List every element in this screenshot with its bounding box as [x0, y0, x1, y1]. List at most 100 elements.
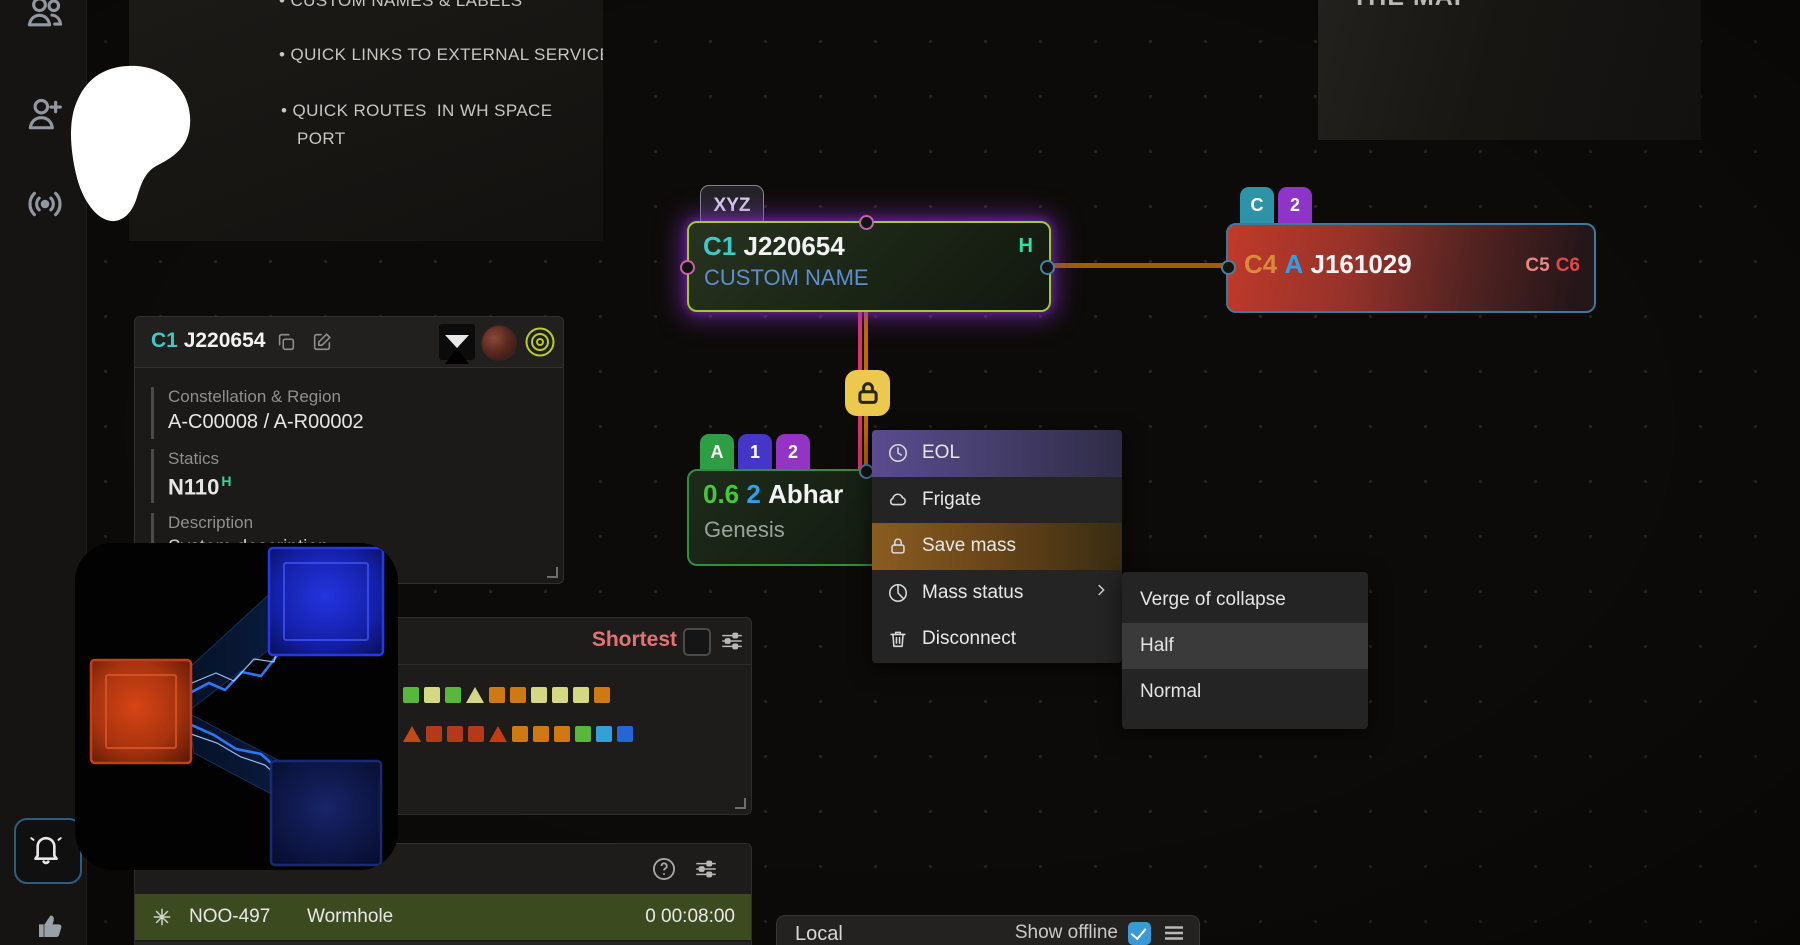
node-tag-xyz[interactable]: XYZ — [700, 185, 764, 224]
menu-icon[interactable] — [1161, 921, 1187, 945]
security: A — [1284, 249, 1303, 279]
resize-handle[interactable] — [547, 567, 558, 578]
signature-id: NOO-497 — [189, 906, 307, 928]
map-title-panel: THE MAP — [1318, 0, 1701, 140]
show-offline-checkbox[interactable] — [1128, 922, 1151, 945]
node-title: C4 A J161029 — [1244, 249, 1412, 280]
context-menu-item-eol[interactable]: EOL — [872, 430, 1122, 477]
endpoint-c4-left[interactable] — [1221, 260, 1236, 275]
wormhole-mapper-app: CUSTOM NAMES & LABELS QUICK LINKS TO EXTE… — [0, 0, 1800, 945]
submenu-item-normal[interactable]: Normal — [1122, 669, 1368, 715]
route-system-square[interactable] — [426, 726, 442, 742]
route-system-triangle[interactable] — [403, 726, 421, 742]
signature-row[interactable]: NOO-497Wormhole0 00:08:00 — [135, 894, 751, 940]
thumbs-up-icon[interactable] — [34, 906, 66, 945]
route-system-square[interactable] — [533, 726, 549, 742]
menu-item-label: Frigate — [922, 489, 1110, 511]
route-system-square[interactable] — [617, 726, 633, 742]
signature-rows: NOO-497Wormhole0 00:08:00 — [135, 894, 751, 940]
submenu-item-half[interactable]: Half — [1122, 623, 1368, 669]
person-add-icon[interactable] — [23, 92, 67, 136]
hint-line: CUSTOM NAMES & LABELS — [279, 0, 522, 11]
route-system-triangle[interactable] — [466, 687, 484, 703]
static-indicator: H — [1019, 235, 1033, 258]
users-icon[interactable] — [23, 0, 67, 34]
submenu-item-verge-of-collapse[interactable]: Verge of collapse — [1122, 577, 1368, 623]
bell-icon — [16, 865, 76, 882]
system-name: J220654 — [184, 329, 266, 352]
route-system-square[interactable] — [468, 726, 484, 742]
node-badge[interactable]: C — [1240, 187, 1274, 227]
lock-icon — [845, 403, 891, 420]
route-system-square[interactable] — [575, 726, 591, 742]
node-badge[interactable]: A — [700, 434, 734, 474]
route-system-square[interactable] — [554, 726, 570, 742]
system-node-c1-j220654[interactable]: C1 J220654 H CUSTOM NAME — [687, 221, 1051, 312]
custom-name-label: CUSTOM NAME — [704, 265, 869, 291]
node-badge[interactable]: 2 — [1278, 187, 1312, 227]
static-leads-to: H — [221, 473, 231, 489]
route-system-square[interactable] — [596, 726, 612, 742]
system-node-abhar[interactable]: 0.6 2 Abhar Genesis — [687, 469, 903, 566]
static-label: C5 — [1525, 255, 1549, 276]
context-menu-item-frigate[interactable]: Frigate — [872, 477, 1122, 524]
route-system-square[interactable] — [552, 687, 568, 703]
menu-item-label: EOL — [922, 442, 1110, 464]
route-system-square[interactable] — [445, 687, 461, 703]
route-system-triangle[interactable] — [489, 726, 507, 742]
context-menu-item-save-mass[interactable]: Save mass — [872, 523, 1122, 570]
triangle-glyph — [445, 335, 469, 364]
context-menu-item-mass-status[interactable]: Mass status — [872, 570, 1122, 617]
cloud-icon — [887, 489, 909, 511]
route-mode-label[interactable]: Shortest — [592, 628, 677, 652]
routes-header: Shortest — [391, 618, 751, 665]
help-icon[interactable] — [651, 856, 677, 882]
system-node-c4-j161029[interactable]: C4 A J161029 C5C6 — [1226, 223, 1596, 313]
route-system-square[interactable] — [489, 687, 505, 703]
route-system-square[interactable] — [573, 687, 589, 703]
signature-group: Wormhole — [307, 906, 645, 928]
signature-settings-icon[interactable] — [693, 856, 719, 882]
info-value: A-C00008 / A-R00002 — [168, 411, 364, 434]
clock-icon — [887, 442, 909, 464]
route-checkbox[interactable] — [683, 628, 711, 656]
menu-item-label: Disconnect — [922, 628, 1110, 650]
endpoint-c1-right[interactable] — [1040, 260, 1055, 275]
route-system-square[interactable] — [510, 687, 526, 703]
route-system-square[interactable] — [403, 687, 419, 703]
endpoint-c1-top[interactable] — [859, 215, 874, 230]
edit-icon[interactable] — [311, 331, 333, 353]
copy-icon[interactable] — [275, 331, 297, 353]
effect-target-icon[interactable] — [523, 325, 557, 359]
notifications-button[interactable] — [14, 818, 82, 884]
ship-mask-icon[interactable] — [439, 324, 475, 360]
locked-connection-chip[interactable] — [845, 370, 890, 416]
route-system-square[interactable] — [512, 726, 528, 742]
info-label: Statics — [168, 449, 232, 469]
avatar[interactable] — [481, 325, 517, 361]
info-value: N110H — [168, 473, 232, 500]
system-name: Abhar — [768, 479, 843, 509]
context-menu-item-disconnect[interactable]: Disconnect — [872, 616, 1122, 663]
route-system-square[interactable] — [424, 687, 440, 703]
route-settings-icon[interactable] — [719, 628, 745, 654]
broadcast-icon[interactable] — [23, 182, 67, 226]
lock-icon — [887, 535, 909, 557]
route-system-square[interactable] — [594, 687, 610, 703]
node-badge[interactable]: 1 — [738, 434, 772, 474]
system-name: J161029 — [1311, 249, 1412, 279]
sunburst-icon — [151, 906, 173, 928]
resize-handle[interactable] — [735, 798, 746, 809]
info-system-title: C1 J220654 — [151, 329, 265, 353]
statics-labels: C5C6 — [1519, 255, 1580, 277]
route-row — [403, 687, 610, 703]
security: 0.6 — [703, 479, 739, 509]
trash-icon — [887, 628, 909, 650]
endpoint-c1-left[interactable] — [680, 260, 695, 275]
wh-class: C1 — [703, 231, 736, 261]
route-system-square[interactable] — [531, 687, 547, 703]
node-badge[interactable]: 2 — [776, 434, 810, 474]
route-system-square[interactable] — [447, 726, 463, 742]
hint-line: QUICK LINKS TO EXTERNAL SERVICES — [279, 45, 603, 65]
connection-c1-c4[interactable] — [1047, 263, 1228, 268]
